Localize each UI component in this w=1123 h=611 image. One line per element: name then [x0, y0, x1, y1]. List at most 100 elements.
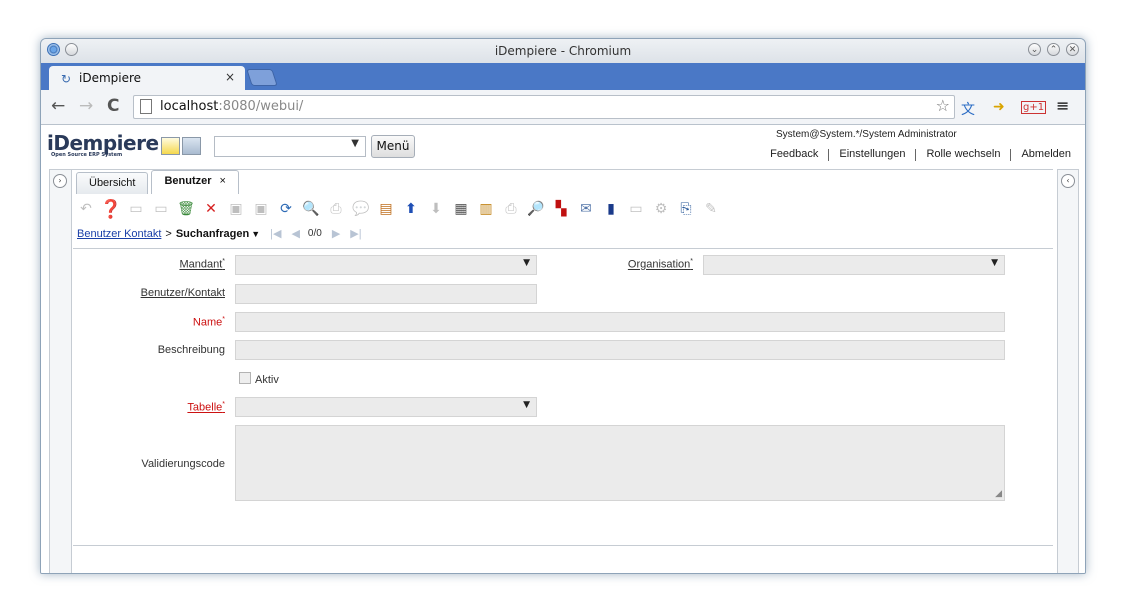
url-text: localhost:8080/webui/: [160, 99, 304, 114]
new-tab-button[interactable]: [246, 69, 278, 86]
close-window-icon[interactable]: ✕: [1066, 43, 1079, 56]
breadcrumb-separator: >: [165, 227, 172, 240]
delete-selection-icon[interactable]: ✕: [201, 199, 221, 219]
feedback-link[interactable]: Feedback: [770, 148, 818, 161]
resize-handle-icon[interactable]: ◢: [995, 489, 1002, 499]
tab-overview[interactable]: Übersicht: [76, 172, 149, 194]
reload-icon[interactable]: C: [107, 96, 119, 116]
address-bar: ← → C localhost:8080/webui/ ☆ 文 ➜ g+1 ≡: [41, 90, 1085, 125]
settings-link[interactable]: Einstellungen: [839, 148, 905, 161]
name-label: Name*: [192, 316, 225, 329]
help-icon[interactable]: ❓: [100, 199, 122, 220]
idempiere-favicon-icon: ↻: [61, 72, 72, 86]
header-links: Feedback Einstellungen Rolle wechseln Ab…: [770, 148, 1071, 161]
breadcrumb-link[interactable]: Benutzer Kontakt: [77, 228, 161, 240]
main-content: Übersicht Benutzer × ↶ ❓ ▭ ▭ 🗑 ✕ ▣ ▣ ⟳ 🔍 …: [72, 169, 1053, 573]
tabelle-label[interactable]: Tabelle*: [75, 401, 225, 414]
url-input[interactable]: localhost:8080/webui/ ☆: [133, 95, 955, 119]
next-record-nav-icon[interactable]: ▶: [332, 227, 340, 240]
expand-east-icon[interactable]: ‹: [1061, 174, 1075, 188]
mandant-label[interactable]: Mandant*: [75, 258, 225, 271]
name-field[interactable]: [235, 312, 1005, 332]
save-create-icon[interactable]: ▣: [251, 199, 271, 219]
previous-record-icon[interactable]: ⬆: [401, 199, 421, 219]
export-icon[interactable]: ▭: [626, 199, 646, 219]
chevron-down-icon: ▼: [523, 258, 530, 268]
grid-toggle-icon[interactable]: ▤: [376, 199, 396, 219]
open-folder-icon[interactable]: [182, 137, 201, 155]
menu-button[interactable]: Menü: [371, 135, 415, 158]
process-icon[interactable]: ⚙: [651, 199, 671, 219]
google-plus-icon[interactable]: g+1: [1021, 101, 1047, 114]
attachment-icon[interactable]: ⎙: [326, 199, 346, 219]
benutzer-kontakt-field[interactable]: [235, 284, 537, 304]
browser-tab[interactable]: ↻ iDempiere ×: [49, 66, 245, 90]
find-icon[interactable]: 🔍: [301, 199, 321, 219]
title-bar: iDempiere - Chromium ⌄ ⌃ ✕: [41, 39, 1085, 63]
benutzer-kontakt-label[interactable]: Benutzer/Kontakt: [75, 287, 225, 299]
new-record-icon[interactable]: ▭: [126, 199, 146, 219]
beschreibung-field[interactable]: [235, 340, 1005, 360]
new-note-icon[interactable]: [161, 137, 180, 155]
idempiere-app: iDempiere Open Source ERP System ▼ Menü …: [41, 125, 1085, 573]
mandant-select[interactable]: ▼: [235, 255, 537, 275]
expand-west-icon[interactable]: ›: [53, 174, 67, 188]
archive-icon[interactable]: ▥: [476, 199, 496, 219]
validierungscode-label: Validierungscode: [141, 458, 225, 470]
zoom-across-icon[interactable]: 🔎: [526, 199, 546, 219]
window-title: iDempiere - Chromium: [494, 44, 632, 58]
maximize-icon[interactable]: ⌃: [1047, 43, 1060, 56]
chat-icon[interactable]: 💬: [351, 199, 371, 219]
extension-icon[interactable]: ➜: [993, 99, 1005, 115]
window-tabs: Übersicht Benutzer ×: [76, 170, 242, 194]
requests-icon[interactable]: ✉: [576, 199, 596, 219]
browser-tab-close-icon[interactable]: ×: [225, 70, 235, 84]
back-icon[interactable]: ←: [51, 96, 65, 116]
page-icon: [140, 99, 152, 114]
tabelle-select[interactable]: ▼: [235, 397, 537, 417]
product-info-icon[interactable]: ▮: [601, 199, 621, 219]
organisation-select[interactable]: ▼: [703, 255, 1005, 275]
logout-link[interactable]: Abmelden: [1021, 148, 1071, 161]
forward-icon[interactable]: →: [79, 96, 93, 116]
organisation-label[interactable]: Organisation*: [543, 258, 693, 271]
next-record-icon[interactable]: ⬇: [426, 199, 446, 219]
aktiv-checkbox[interactable]: [239, 372, 251, 384]
breadcrumb-current[interactable]: Suchanfragen: [176, 228, 249, 240]
active-workflows-icon[interactable]: ▚: [551, 199, 571, 219]
breadcrumb-dropdown-icon[interactable]: ▼: [251, 229, 260, 239]
last-record-icon[interactable]: ▶|: [350, 227, 361, 240]
translate-icon[interactable]: 文: [961, 99, 975, 119]
validierungscode-textarea[interactable]: ◢: [235, 425, 1005, 501]
tab-close-icon[interactable]: ×: [220, 175, 226, 187]
refresh-icon[interactable]: ⟳: [276, 199, 296, 219]
aktiv-label: Aktiv: [255, 374, 279, 386]
bookmark-star-icon[interactable]: ☆: [936, 96, 950, 115]
delete-record-icon[interactable]: 🗑: [176, 199, 196, 219]
first-record-icon[interactable]: |◀: [270, 227, 281, 240]
tab-benutzer[interactable]: Benutzer ×: [151, 170, 239, 194]
customize-icon[interactable]: ⎘: [676, 199, 696, 219]
west-panel: ›: [49, 169, 72, 573]
window-toolbar: ↶ ❓ ▭ ▭ 🗑 ✕ ▣ ▣ ⟳ 🔍 ⎙ 💬 ▤ ⬆ ⬇ ▦ ▥ ⎙ 🔎 ▚: [76, 196, 726, 222]
beschreibung-label: Beschreibung: [157, 344, 225, 356]
copy-record-icon[interactable]: ▭: [151, 199, 171, 219]
chevron-down-icon: ▼: [351, 138, 359, 149]
prev-record-nav-icon[interactable]: ◀: [291, 227, 299, 240]
report-icon[interactable]: ▦: [451, 199, 471, 219]
east-panel: ‹: [1057, 169, 1079, 573]
chrome-menu-icon[interactable]: ≡: [1056, 96, 1069, 115]
save-icon[interactable]: ▣: [226, 199, 246, 219]
tab-benutzer-label: Benutzer: [164, 175, 212, 187]
browser-tabstrip: ↻ iDempiere ×: [41, 63, 1085, 90]
record-counter: 0/0: [307, 228, 322, 239]
undo-icon[interactable]: ↶: [76, 199, 96, 219]
browser-window: iDempiere - Chromium ⌄ ⌃ ✕ ↻ iDempiere ×…: [40, 38, 1086, 574]
chevron-down-icon: ▼: [523, 400, 530, 410]
global-search-select[interactable]: ▼: [214, 136, 366, 157]
post-it-icon[interactable]: ✎: [701, 199, 721, 219]
minimize-icon[interactable]: ⌄: [1028, 43, 1041, 56]
print-icon[interactable]: ⎙: [501, 199, 521, 219]
logo-subtitle: Open Source ERP System: [51, 152, 123, 158]
change-role-link[interactable]: Rolle wechseln: [926, 148, 1000, 161]
